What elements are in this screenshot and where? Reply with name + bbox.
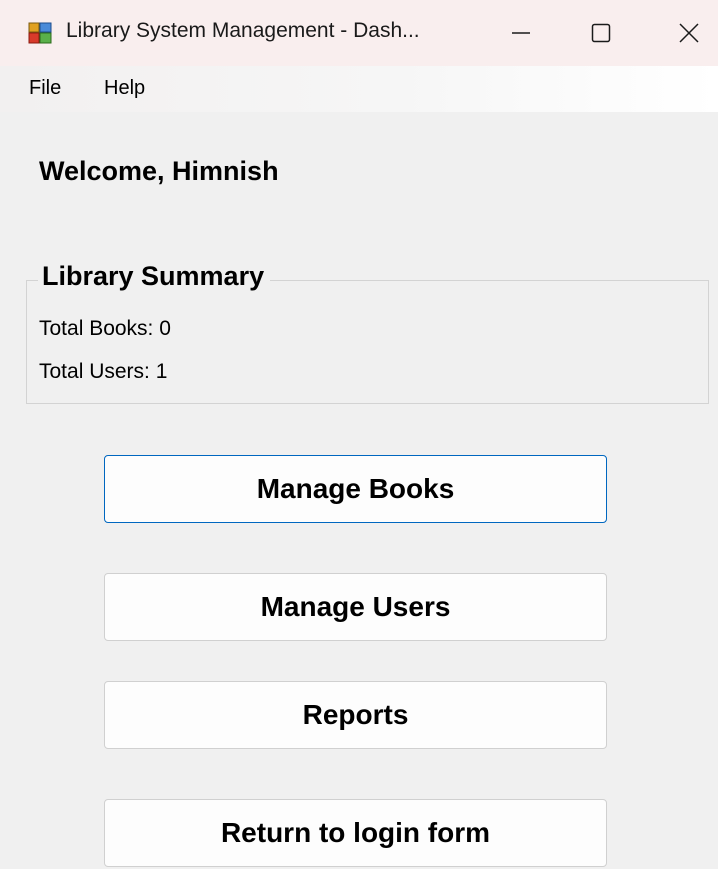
library-summary-group <box>26 280 709 404</box>
menu-file[interactable]: File <box>29 77 61 100</box>
return-to-login-button[interactable]: Return to login form <box>104 799 607 867</box>
total-books-label: Total Books: 0 <box>39 317 171 340</box>
dashboard-window: Library System Management - Dash... File… <box>0 0 718 869</box>
reports-button[interactable]: Reports <box>104 681 607 749</box>
total-users-label: Total Users: 1 <box>39 360 168 383</box>
window-title: Library System Management - Dash... <box>66 19 420 42</box>
menu-bar: File Help <box>0 66 718 112</box>
minimize-icon <box>512 32 530 34</box>
maximize-button[interactable] <box>576 8 626 58</box>
menu-help[interactable]: Help <box>104 77 145 100</box>
minimize-button[interactable] <box>496 8 546 58</box>
title-bar[interactable]: Library System Management - Dash... <box>0 0 718 66</box>
welcome-label: Welcome, Himnish <box>39 156 279 186</box>
app-icon <box>28 22 52 44</box>
manage-users-button[interactable]: Manage Users <box>104 573 607 641</box>
close-icon <box>679 23 699 43</box>
library-summary-title: Library Summary <box>38 261 271 292</box>
manage-books-button[interactable]: Manage Books <box>104 455 607 523</box>
maximize-icon <box>591 23 611 43</box>
close-button[interactable] <box>664 8 714 58</box>
